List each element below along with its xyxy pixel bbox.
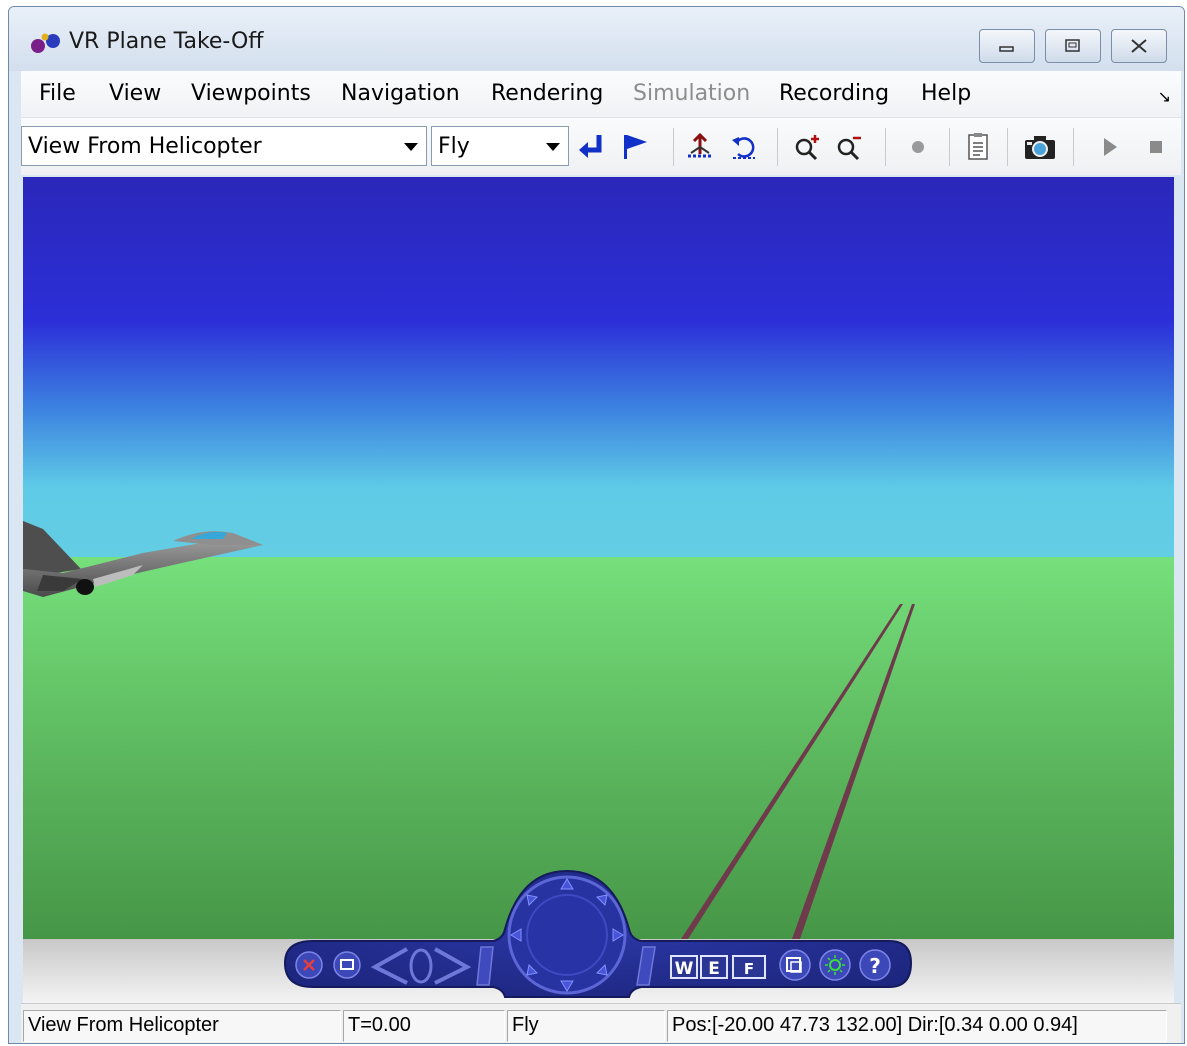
stop-icon[interactable] xyxy=(1141,132,1171,162)
menu-overflow-icon[interactable]: ↘ xyxy=(1158,87,1171,106)
menu-bar: File View Viewpoints Navigation Renderin… xyxy=(21,71,1181,117)
toolbar: View From Helicopter Fly xyxy=(21,117,1181,175)
menu-simulation[interactable]: Simulation xyxy=(633,81,750,106)
close-button[interactable] xyxy=(1111,29,1167,63)
navigation-mode-value: Fly xyxy=(438,134,470,159)
app-logo-icon xyxy=(31,33,60,53)
status-viewpoint: View From Helicopter xyxy=(23,1010,341,1042)
toolbar-separator xyxy=(1007,128,1008,166)
minimize-nav-icon[interactable] xyxy=(333,951,361,979)
chevron-down-icon xyxy=(546,143,560,151)
status-position: Pos:[-20.00 47.73 132.00] Dir:[0.34 0.00… xyxy=(667,1010,1167,1042)
zoom-out-icon[interactable] xyxy=(835,132,865,162)
nav-fly-letter[interactable]: F xyxy=(744,960,754,978)
minimize-button[interactable] xyxy=(979,29,1035,63)
minimize-icon xyxy=(999,46,1014,52)
snapshot-camera-icon[interactable] xyxy=(1023,132,1057,162)
sky xyxy=(23,177,1174,557)
create-viewpoint-flag-icon[interactable] xyxy=(619,132,649,162)
help-icon-label: ? xyxy=(869,954,881,978)
menu-file[interactable]: File xyxy=(39,81,76,106)
headlight-icon[interactable] xyxy=(819,949,851,981)
straighten-up-icon[interactable] xyxy=(685,132,715,162)
window-title: VR Plane Take-Off xyxy=(69,29,264,54)
record-icon[interactable] xyxy=(903,132,933,162)
toolbar-separator xyxy=(777,128,778,166)
menu-navigation[interactable]: Navigation xyxy=(341,81,460,106)
nav-view-buttons[interactable]: W E F xyxy=(670,955,766,979)
menu-recording[interactable]: Recording xyxy=(779,81,889,106)
toolbar-separator xyxy=(673,128,674,166)
maximize-icon xyxy=(1065,39,1080,52)
return-to-viewpoint-icon[interactable] xyxy=(577,132,607,162)
maximize-button[interactable] xyxy=(1045,29,1101,63)
status-bar: View From Helicopter T=0.00 Fly Pos:[-20… xyxy=(21,1003,1181,1043)
close-icon xyxy=(1131,39,1147,53)
navigation-mode-select[interactable]: Fly xyxy=(431,126,569,166)
status-mode: Fly xyxy=(507,1010,665,1042)
menu-viewpoints[interactable]: Viewpoints xyxy=(191,81,311,106)
nav-examine-letter[interactable]: E xyxy=(708,959,720,979)
capture-frame-icon[interactable] xyxy=(963,132,993,162)
menu-view[interactable]: View xyxy=(109,81,161,106)
toolbar-separator xyxy=(949,128,950,166)
title-bar[interactable]: VR Plane Take-Off xyxy=(9,7,1184,71)
chevron-down-icon xyxy=(404,143,418,151)
app-window: VR Plane Take-Off File View Viewpoints N… xyxy=(8,6,1185,1044)
undo-move-icon[interactable] xyxy=(729,132,759,162)
vr-scene-viewport[interactable]: W E F ? xyxy=(23,177,1174,1003)
toolbar-separator xyxy=(1073,128,1074,166)
nav-walk-letter[interactable]: W xyxy=(675,959,694,979)
menu-rendering[interactable]: Rendering xyxy=(491,81,603,106)
toolbar-separator xyxy=(885,128,886,166)
viewpoint-select-value: View From Helicopter xyxy=(28,134,262,159)
zoom-in-icon[interactable] xyxy=(793,132,823,162)
nav-viewpoints-icon[interactable] xyxy=(779,949,811,981)
status-time: T=0.00 xyxy=(343,1010,505,1042)
menu-help[interactable]: Help xyxy=(921,81,971,106)
play-icon[interactable] xyxy=(1095,132,1125,162)
viewpoint-select[interactable]: View From Helicopter xyxy=(21,126,427,166)
